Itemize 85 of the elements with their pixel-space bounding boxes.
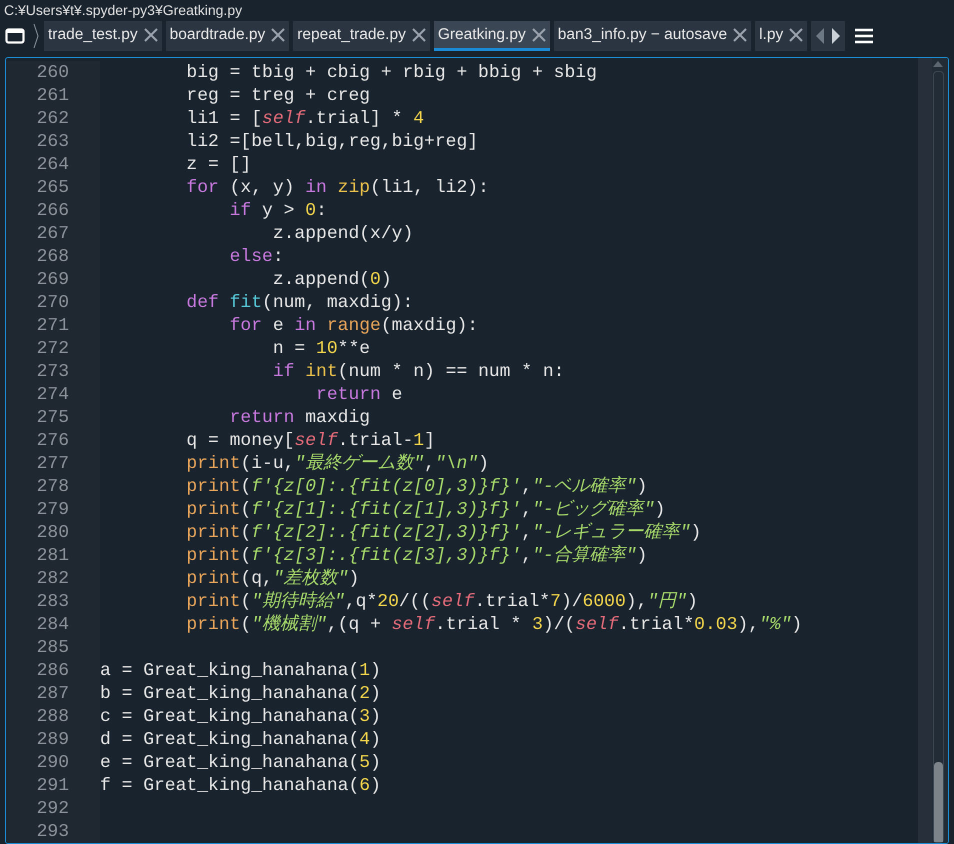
- line-number: 268: [36, 248, 69, 266]
- code-line: print(f'{z[3]:.{fit(z[3],3)}f}',"-合算確率"): [185, 546, 648, 564]
- code-line: def fit(num, maxdig):: [185, 294, 414, 312]
- line-number: 281: [36, 546, 69, 564]
- line-number: 271: [36, 316, 69, 334]
- line-number: 293: [36, 822, 69, 840]
- line-number: 279: [36, 500, 69, 518]
- menu-icon: [854, 28, 874, 44]
- code-line: print("期待時給",q*20/((self.trial*7)/6000),"円"): [185, 592, 698, 610]
- line-number: 278: [36, 478, 69, 496]
- line-number: 275: [36, 408, 69, 426]
- up-arrow-icon: [933, 61, 943, 67]
- line-number: 280: [36, 524, 69, 542]
- line-number: 264: [36, 156, 69, 174]
- separator-icon: [32, 21, 40, 51]
- file-tab[interactable]: repeat_trade.py: [293, 21, 430, 51]
- line-number: 287: [36, 684, 69, 702]
- code-line: z.append(x/y): [272, 224, 414, 242]
- code-line: c = Great_king_hanahana(3): [100, 708, 381, 726]
- file-tab[interactable]: Greatking.py: [434, 21, 550, 51]
- line-number: 290: [36, 754, 69, 772]
- line-number: 261: [36, 86, 69, 104]
- code-line: return maxdig: [228, 408, 370, 426]
- code-line: reg = treg + creg: [185, 86, 370, 104]
- code-line: z = []: [185, 156, 252, 174]
- line-number: 260: [36, 64, 69, 82]
- code-line: for e in range(maxdig):: [228, 316, 478, 334]
- code-line: return e: [315, 386, 402, 404]
- scroll-thumb[interactable]: [934, 762, 942, 842]
- close-icon: [733, 28, 748, 42]
- line-number: 277: [36, 454, 69, 472]
- left-arrow-icon: [815, 27, 826, 45]
- line-number: 262: [36, 110, 69, 128]
- line-number: 292: [36, 800, 69, 818]
- right-arrow-icon: [831, 27, 842, 45]
- code-line: else:: [228, 248, 284, 266]
- line-number: 282: [36, 570, 69, 588]
- line-number: 272: [36, 340, 69, 358]
- line-number: 288: [36, 708, 69, 726]
- file-tab[interactable]: trade_test.py: [44, 21, 162, 51]
- close-icon: [412, 28, 426, 42]
- code-line: if int(num * n) == num * n:: [272, 362, 564, 380]
- line-number: 269: [36, 270, 69, 288]
- line-number: 274: [36, 386, 69, 404]
- line-number: 265: [36, 178, 69, 196]
- line-number: 273: [36, 362, 69, 380]
- code-line: print(f'{z[1]:.{fit(z[1],3)}f}',"-ビッグ確率"): [185, 500, 666, 518]
- code-line: li1 = [self.trial] * 4: [185, 110, 424, 128]
- file-path: C:¥Users¥t¥.spyder-py3¥Greatking.py: [4, 3, 242, 17]
- close-icon: [271, 28, 286, 42]
- code-line: li2 =[bell,big,reg,big+reg]: [185, 132, 478, 150]
- file-tab[interactable]: ban3_info.py − autosave: [554, 21, 752, 51]
- line-number: 291: [36, 776, 69, 794]
- code-line: d = Great_king_hanahana(4): [100, 730, 381, 748]
- line-number: 283: [36, 592, 69, 610]
- code-line: print("機械割",(q + self.trial * 3)/(self.trial*0.03),"%"): [185, 616, 802, 634]
- line-number: 286: [36, 662, 69, 680]
- code-line: q = money[self.trial-1]: [185, 432, 435, 450]
- line-number: 276: [36, 432, 69, 450]
- code-line: print(q,"差枚数"): [185, 570, 360, 588]
- code-line: big = tbig + cbig + rbig + bbig + sbig: [185, 64, 597, 82]
- line-number: 267: [36, 224, 69, 242]
- file-tab[interactable]: boardtrade.py: [166, 21, 290, 51]
- code-line: if y > 0:: [228, 202, 327, 220]
- line-number: 284: [36, 616, 69, 634]
- code-line: print(i-u,"最終ゲーム数","\n"): [185, 454, 489, 472]
- code-line: print(f'{z[2]:.{fit(z[2],3)}f}',"-レギュラー確率"): [185, 524, 702, 542]
- code-line: z.append(0): [272, 270, 392, 288]
- close-icon: [532, 28, 546, 42]
- file-tab[interactable]: l.py: [755, 21, 808, 51]
- line-number: 285: [36, 638, 69, 656]
- code-line: e = Great_king_hanahana(5): [100, 754, 381, 772]
- code-line: b = Great_king_hanahana(2): [100, 684, 381, 702]
- code-line: print(f'{z[0]:.{fit(z[0],3)}f}',"-ベル確率"): [185, 478, 648, 496]
- code-line: f = Great_king_hanahana(6): [100, 776, 381, 794]
- window-icon: [5, 28, 25, 44]
- code-line: a = Great_king_hanahana(1): [100, 662, 381, 680]
- close-icon: [144, 28, 158, 42]
- line-number: 266: [36, 202, 69, 220]
- line-number: 270: [36, 294, 69, 312]
- line-number: 263: [36, 132, 69, 150]
- close-icon: [789, 28, 804, 42]
- code-line: for (x, y) in zip(li1, li2):: [185, 178, 489, 196]
- line-number: 289: [36, 730, 69, 748]
- code-line: n = 10**e: [272, 340, 370, 358]
